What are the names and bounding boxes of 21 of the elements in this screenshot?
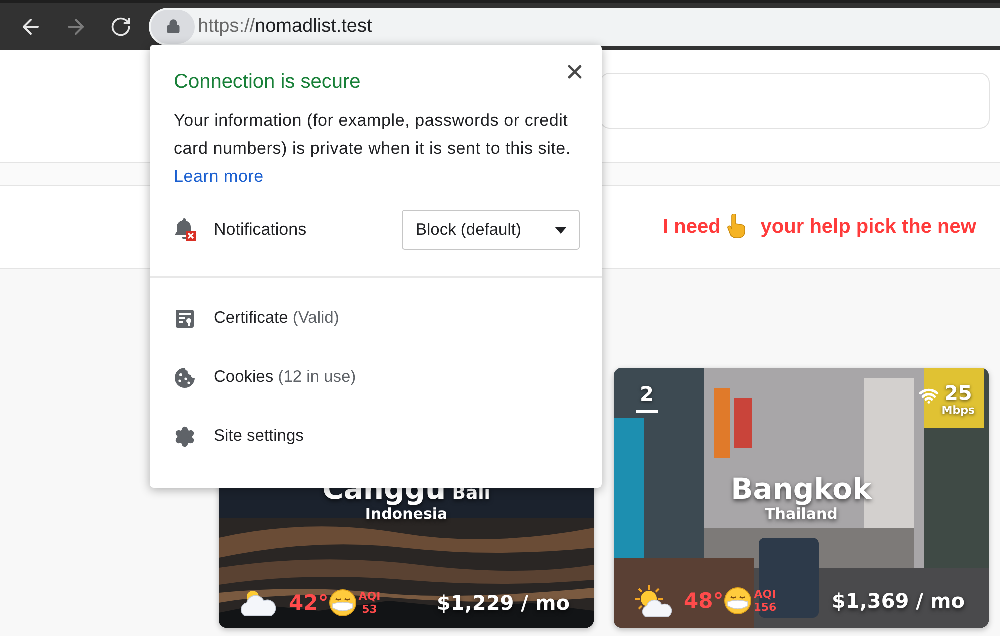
aqi-label: AQI xyxy=(358,590,381,602)
aqi-value: 53 xyxy=(362,602,378,616)
temperature: 48° xyxy=(684,589,724,613)
popup-title: Connection is secure xyxy=(174,70,362,95)
country-name: Thailand xyxy=(765,505,838,523)
temperature: 42° xyxy=(289,591,329,615)
popup-description: Your information (for example, passwords or credit card numbers) is private when it is sent to this site. Learn more xyxy=(174,110,572,188)
monthly-price: $1,369 / mo xyxy=(832,589,965,613)
city-name: Bangkok xyxy=(731,473,872,505)
permission-label: Notifications xyxy=(214,220,307,240)
rank-number: 2 xyxy=(636,382,658,413)
internet-speed: 25 xyxy=(944,382,972,404)
aqi-label: AQI xyxy=(754,588,776,600)
aqi-value: 156 xyxy=(754,600,777,614)
banner-text: your help pick the new xyxy=(760,216,976,238)
url-text: https://nomadlist.test xyxy=(198,16,372,38)
speed-unit: Mbps xyxy=(942,404,975,417)
monthly-price: $1,229 / mo xyxy=(437,591,570,615)
region-name: Bali xyxy=(452,483,490,504)
banner-text: I need xyxy=(663,216,721,238)
country-name: Indonesia xyxy=(365,505,448,523)
